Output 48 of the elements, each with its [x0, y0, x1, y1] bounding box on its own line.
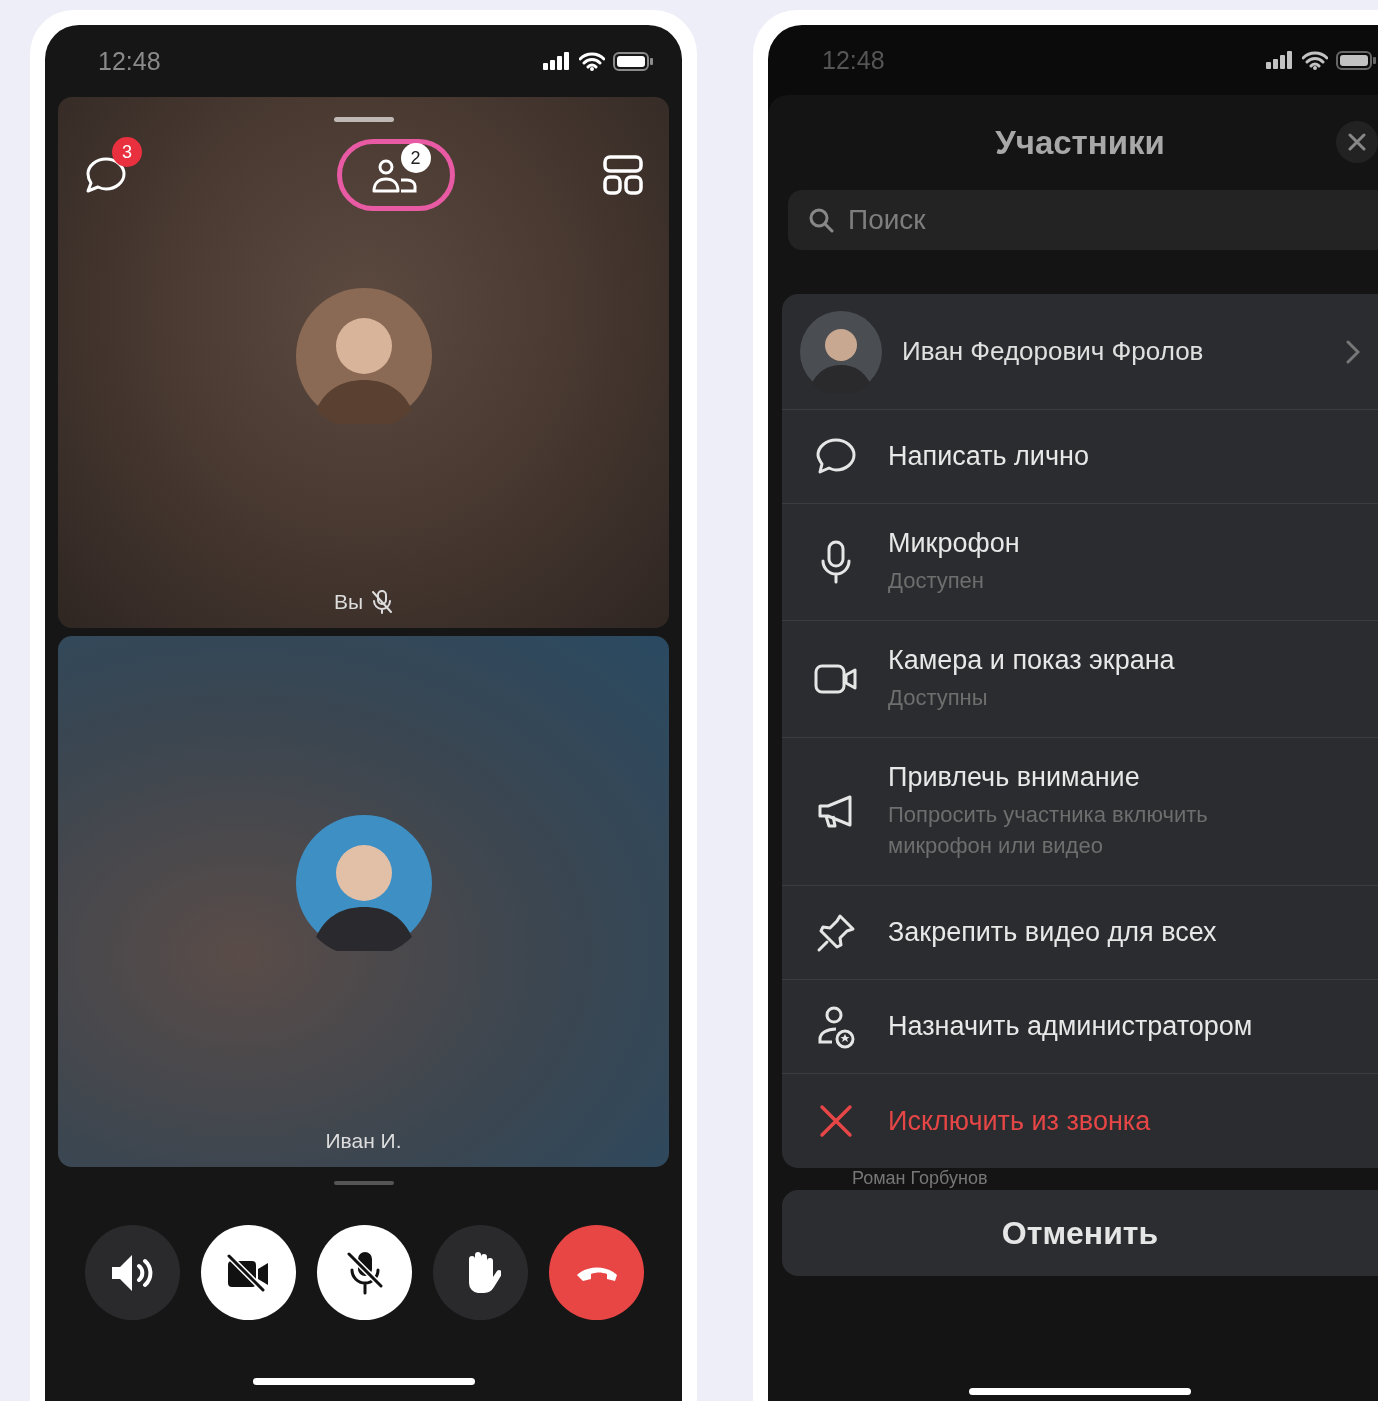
chevron-right-icon [1346, 339, 1360, 364]
danger-menu-item[interactable]: Исключить из звонка [782, 1074, 1378, 1168]
microphone-off-icon [371, 590, 394, 614]
menu-item[interactable]: Микрофон Доступен [782, 504, 1378, 621]
menu-item-status: Доступен [888, 567, 985, 595]
menu-item-label: Камера и показ экрана [888, 645, 1175, 676]
drag-handle[interactable] [333, 117, 394, 122]
menu-item[interactable]: Камера и показ экрана Доступны [782, 621, 1378, 738]
microphone-off-icon [344, 1249, 385, 1296]
status-time: 12:48 [822, 45, 885, 75]
pin-icon [816, 912, 856, 953]
camera-icon [814, 663, 858, 695]
participant-name: Иван И. [325, 1129, 402, 1153]
wifi-icon [1302, 50, 1328, 70]
menu-item[interactable]: Закрепить видео для всех [782, 886, 1378, 980]
menu-item[interactable]: Назначить администратором [782, 980, 1378, 1074]
layout-grid-icon [603, 155, 643, 195]
sheet-title: Участники [995, 123, 1165, 162]
menu-item-label: Назначить администратором [888, 1011, 1253, 1042]
menu-item-status: Доступны [888, 684, 989, 712]
battery-icon [1336, 50, 1376, 70]
menu-item-label: Привлечь внимание [888, 762, 1141, 793]
admin-icon [816, 1004, 856, 1049]
cancel-button[interactable]: Отменить [782, 1190, 1378, 1276]
participant-row[interactable]: Иван Федорович Фролов [782, 294, 1378, 410]
participant-name: Роман Горбунов [852, 1168, 988, 1189]
menu-item-label: Закрепить видео для всех [888, 917, 1217, 948]
status-time: 12:48 [98, 46, 161, 76]
signal-icon [1266, 51, 1294, 69]
search-field[interactable]: Поиск [788, 190, 1378, 250]
menu-item-label: Исключить из звонка [888, 1105, 1151, 1137]
participant-name: Вы [333, 590, 364, 614]
menu-item[interactable]: Написать лично [782, 410, 1378, 504]
layout-button[interactable] [603, 155, 643, 195]
menu-item[interactable]: Привлечь внимание Попросить участника включить микрофон или видео [782, 738, 1378, 886]
participant-name: Иван Федорович Фролов [902, 336, 1205, 367]
drag-handle[interactable] [333, 1181, 394, 1185]
wifi-icon [579, 51, 605, 71]
close-button[interactable] [1336, 121, 1378, 163]
close-icon [1348, 133, 1366, 151]
signal-icon [543, 52, 571, 70]
menu-item-status: Попросить участника включить микрофон или видео [888, 801, 1209, 860]
unread-badge: 3 [112, 137, 142, 167]
menu-item-label: Написать лично [888, 441, 1089, 472]
close-icon [819, 1104, 853, 1138]
count-badge: 2 [400, 143, 431, 173]
menu-item-label: Микрофон [888, 528, 1020, 559]
battery-icon [613, 51, 653, 71]
